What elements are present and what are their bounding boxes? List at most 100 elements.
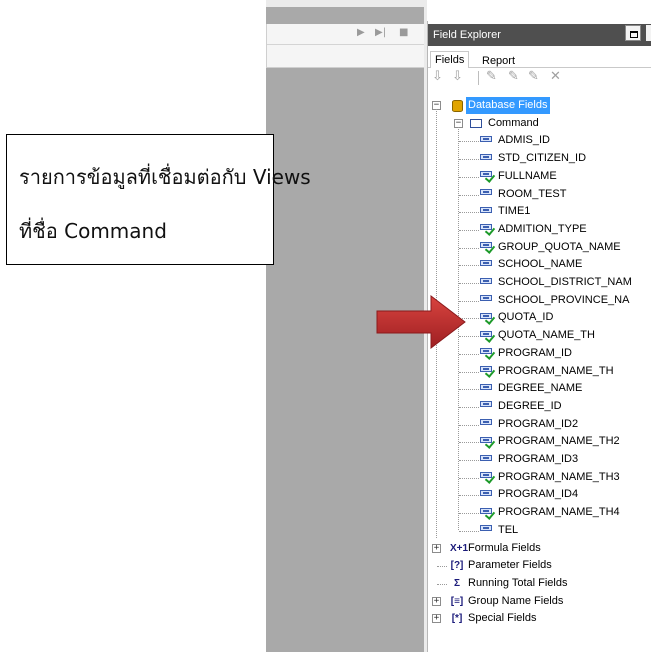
callout-line-2: ที่ชื่อ Command	[19, 219, 167, 243]
field-icon	[480, 418, 494, 427]
field-icon	[480, 454, 494, 463]
used-field-icon	[480, 330, 496, 343]
field-name: ROOM_TEST	[498, 187, 567, 200]
tree-node-field[interactable]: ROOM_TEST	[480, 186, 566, 203]
expand-toggle[interactable]: +	[432, 596, 441, 606]
expand-toggle[interactable]: +	[432, 614, 441, 624]
field-name: TEL	[498, 523, 519, 536]
tree-node-field[interactable]: GROUP_QUOTA_NAME	[480, 239, 621, 256]
tree-connector	[459, 530, 479, 532]
field-name: PROGRAM_NAME_TH2	[498, 435, 620, 448]
tree-connector	[459, 371, 479, 373]
tree-connector	[459, 513, 479, 515]
tree-node-field[interactable]: TIME1	[480, 203, 530, 220]
group-label: Group Name Fields	[468, 594, 564, 607]
tree-connector	[459, 460, 479, 461]
field-name: DEGREE_ID	[498, 399, 562, 412]
tree-node-field[interactable]: DEGREE_ID	[480, 398, 562, 415]
tree-connector	[459, 424, 479, 426]
special-fields-icon: [*]	[451, 613, 463, 625]
play-icon[interactable]: ▶	[357, 27, 365, 38]
tree-node-field[interactable]: PROGRAM_ID2	[480, 416, 578, 433]
field-explorer-toolbar: ⇩ ⇩ ✎ ✎ ✎ ✕	[428, 69, 651, 87]
tree-label: Database Fields	[466, 97, 550, 114]
tree-connector	[459, 406, 479, 408]
tree-node-field[interactable]: STD_CITIZEN_ID	[480, 150, 586, 167]
field-icon	[480, 153, 494, 162]
tree-connector	[459, 247, 479, 249]
tree-node-field[interactable]: ADMIS_ID	[480, 132, 550, 149]
tree-node-field[interactable]: PROGRAM_NAME_TH2	[480, 433, 620, 450]
tab-fields[interactable]: Fields	[430, 51, 470, 68]
tree-node-field[interactable]: PROGRAM_ID4	[480, 486, 578, 503]
tree-connector	[437, 583, 447, 585]
field-name: SCHOOL_NAME	[498, 258, 583, 271]
window-close-icon[interactable]	[646, 25, 651, 41]
tree-node-field[interactable]: PROGRAM_NAME_TH4	[480, 504, 620, 521]
tree-node-field[interactable]: DEGREE_NAME	[480, 380, 582, 397]
callout-line-1: รายการข้อมูลที่เชื่อมต่อกับ Views	[19, 165, 311, 189]
play-end-icon[interactable]: ▶|	[375, 27, 386, 38]
group-name-icon: [≡]	[450, 595, 464, 607]
stop-icon[interactable]: ■	[399, 27, 408, 38]
tree-label: Command	[488, 116, 539, 129]
browse-data-icon[interactable]: ⇩	[452, 69, 463, 84]
tree-node-field[interactable]: QUOTA_ID	[480, 309, 553, 326]
tree-connector	[459, 176, 479, 178]
used-field-icon	[480, 241, 496, 255]
group-label: Special Fields	[468, 612, 537, 625]
tree-connector	[459, 477, 479, 479]
edit-icon[interactable]: ✎	[508, 69, 519, 84]
toolbar-separator	[478, 71, 479, 85]
tree-connector	[459, 442, 479, 444]
field-icon	[480, 524, 494, 533]
tree-node-field[interactable]: SCHOOL_NAME	[480, 256, 582, 273]
used-field-icon	[480, 312, 496, 325]
rename-icon[interactable]: ✎	[528, 69, 539, 84]
tree-connector	[459, 159, 479, 161]
field-icon	[480, 259, 494, 268]
field-explorer-tabs: Fields Report	[428, 49, 651, 68]
used-field-icon	[480, 347, 496, 361]
running-total-icon: Σ	[453, 577, 460, 589]
tree-node-field[interactable]: PROGRAM_ID3	[480, 451, 578, 468]
field-name: PROGRAM_ID3	[498, 453, 579, 465]
group-label: Parameter Fields	[468, 559, 552, 572]
expand-toggle[interactable]: +	[432, 543, 441, 553]
group-label: Running Total Fields	[468, 576, 568, 589]
tree-node-field[interactable]: PROGRAM_NAME_TH3	[480, 469, 620, 486]
tree-node-field[interactable]: PROGRAM_NAME_TH	[480, 363, 614, 380]
field-icon	[480, 294, 494, 303]
used-field-icon	[480, 223, 496, 237]
field-icon	[480, 188, 494, 197]
field-icon	[480, 383, 494, 392]
field-name: SCHOOL_DISTRICT_NAM	[498, 276, 632, 288]
tab-report[interactable]: Report	[478, 53, 519, 69]
field-name: QUOTA_NAME_TH	[498, 329, 595, 342]
tree-node-field[interactable]: SCHOOL_PROVINCE_NA	[480, 292, 629, 309]
field-name: QUOTA_ID	[498, 311, 554, 324]
tree-node-field[interactable]: TEL	[480, 522, 518, 539]
window-restore-icon[interactable]	[625, 25, 641, 41]
tree-connector	[459, 265, 479, 267]
tree-node-field[interactable]: PROGRAM_ID	[480, 345, 572, 362]
insert-field-icon[interactable]: ⇩	[432, 69, 443, 84]
tree-node-field[interactable]: FULLNAME	[480, 168, 557, 185]
editor-toolbar: ▶ ▶| ■	[266, 24, 424, 68]
editor-top-strip	[266, 0, 424, 7]
tree-connector	[459, 389, 479, 391]
field-name: GROUP_QUOTA_NAME	[498, 240, 621, 253]
tree-node-field[interactable]: SCHOOL_DISTRICT_NAM	[480, 274, 632, 291]
tree-node-field[interactable]: ADMITION_TYPE	[480, 221, 587, 238]
panel-title: Field Explorer	[433, 29, 501, 41]
delete-icon[interactable]: ✕	[550, 69, 561, 84]
used-field-icon	[480, 170, 496, 184]
field-name: DEGREE_NAME	[498, 382, 583, 395]
field-name: PROGRAM_ID2	[498, 417, 579, 430]
field-name: PROGRAM_NAME_TH3	[498, 470, 620, 483]
tree-connector	[459, 141, 479, 143]
tree-node-field[interactable]: QUOTA_NAME_TH	[480, 327, 595, 344]
field-name: PROGRAM_ID	[498, 346, 572, 359]
used-field-icon	[480, 507, 496, 520]
new-formula-icon[interactable]: ✎	[486, 69, 497, 84]
